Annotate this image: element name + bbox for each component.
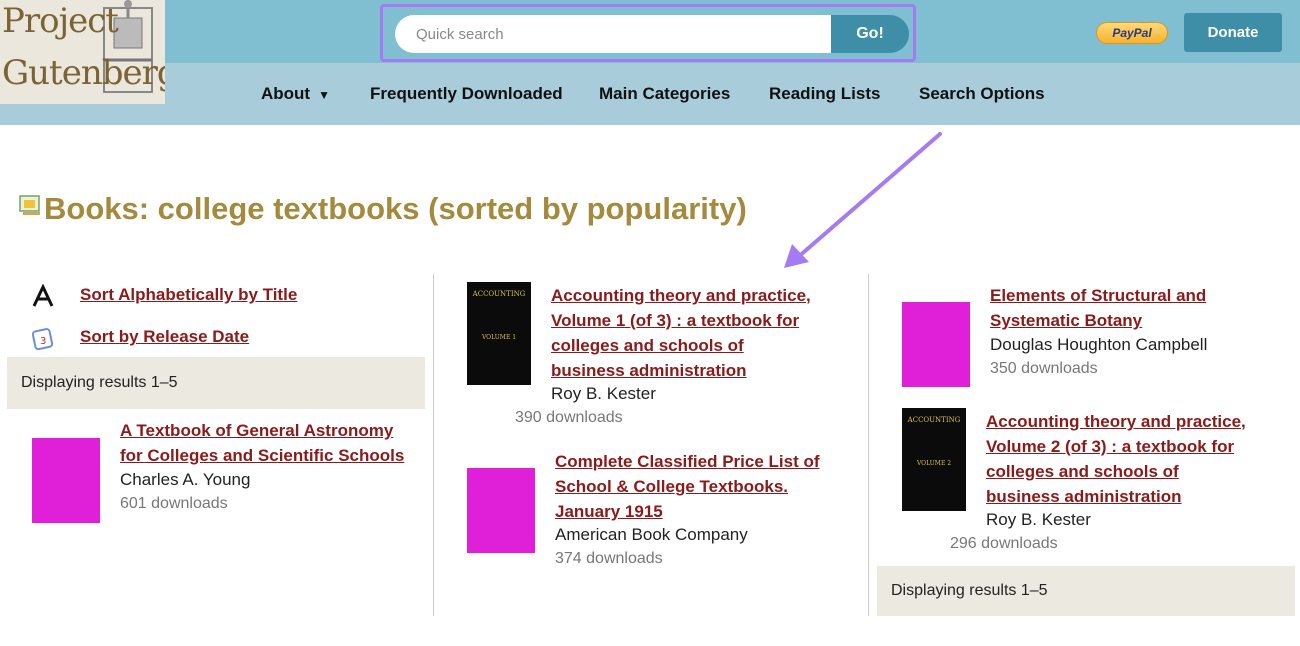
book-downloads: 601 downloads [120,495,228,512]
book-downloads: 350 downloads [990,360,1098,377]
book-title-link[interactable]: A Textbook of General Astronomy for Coll… [120,418,410,468]
book-cover-image[interactable]: ACCOUNTING VOLUME 1 [467,282,531,385]
book-cover-image[interactable] [902,282,970,387]
nav-item-about[interactable]: About ▼ [261,84,330,104]
book-title-link[interactable]: Accounting theory and practice, Volume 1… [551,283,821,383]
book-downloads: 374 downloads [555,550,663,567]
quick-search-input[interactable] [414,25,818,44]
project-gutenberg-logo[interactable]: Project Gutenberg [0,0,165,104]
book-author: American Book Company [555,525,748,544]
book-downloads: 296 downloads [950,535,1058,552]
search-highlight-frame: Go! [380,4,916,62]
results-count-bar: Displaying results 1–5 [877,566,1295,616]
books-icon [19,195,40,215]
book-author: Charles A. Young [120,470,251,489]
nav-about-label: About [261,84,311,103]
results-count-bar: Displaying results 1–5 [7,357,425,409]
nav-item-reading-lists[interactable]: Reading Lists [769,84,880,104]
book-cover-image[interactable] [467,448,535,553]
site-header: Project Gutenberg Go! PayPal Donate Abou… [0,0,1300,125]
nav-item-frequently-downloaded[interactable]: Frequently Downloaded [370,84,563,104]
column-divider [868,274,869,616]
sort-alphabetically-link[interactable]: Sort Alphabetically by Title [80,285,297,305]
book-title-link[interactable]: Elements of Structural and Systematic Bo… [990,283,1250,333]
dropdown-arrow-icon: ▼ [318,88,330,102]
donate-button[interactable]: Donate [1184,13,1282,52]
column-divider [433,274,434,616]
page-title: Books: college textbooks (sorted by popu… [44,191,747,226]
sort-by-release-date-link[interactable]: Sort by Release Date [80,327,249,347]
paypal-button[interactable]: PayPal [1096,22,1168,44]
logo-text-gutenberg: Gutenberg [2,53,165,93]
svg-text:3: 3 [40,336,46,347]
calendar-icon: 3 [32,328,54,350]
letter-a-icon [32,284,54,307]
search-go-button[interactable]: Go! [831,15,909,53]
book-downloads: 390 downloads [515,409,623,426]
book-author: Roy B. Kester [551,384,656,403]
book-author: Douglas Houghton Campbell [990,335,1208,354]
nav-item-main-categories[interactable]: Main Categories [599,84,730,104]
search-field-container [395,15,835,53]
book-title-link[interactable]: Accounting theory and practice, Volume 2… [986,409,1256,509]
book-author: Roy B. Kester [986,510,1091,529]
book-cover-image[interactable]: ACCOUNTING VOLUME 2 [902,408,966,511]
logo-text-project: Project [2,1,119,41]
book-title-link[interactable]: Complete Classified Price List of School… [555,449,825,524]
nav-item-search-options[interactable]: Search Options [919,84,1045,104]
book-cover-image[interactable] [32,418,100,523]
